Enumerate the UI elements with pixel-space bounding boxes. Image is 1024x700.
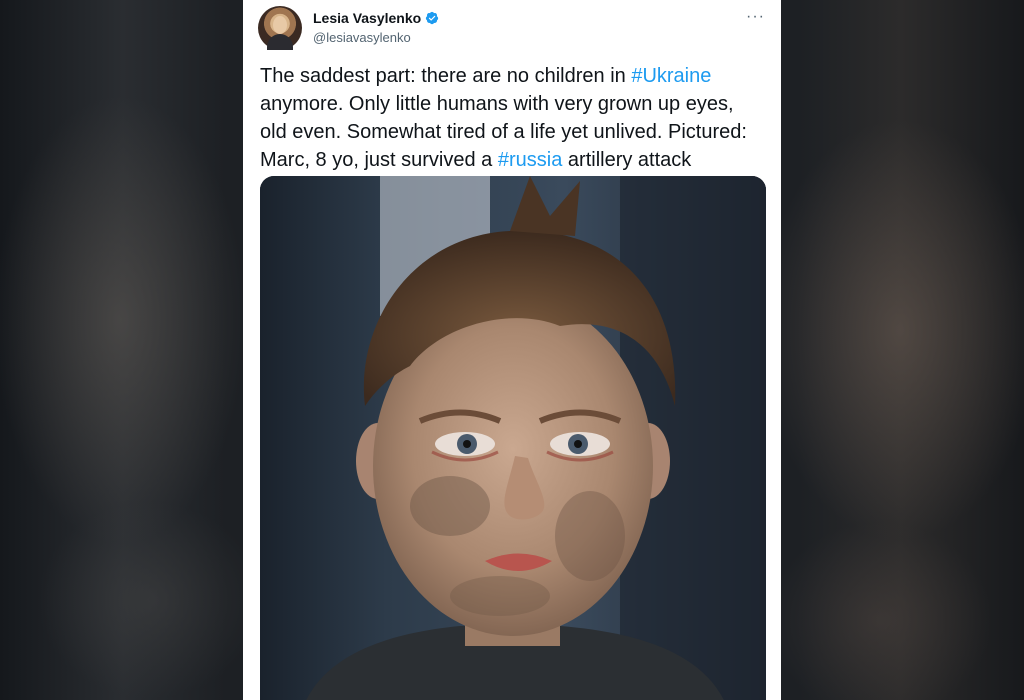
hashtag-russia[interactable]: #russia: [498, 149, 562, 171]
child-portrait-image: [260, 176, 766, 700]
tweet-photo[interactable]: [260, 176, 766, 700]
avatar-face: [273, 16, 287, 34]
tweet-text: The saddest part: there are no children …: [260, 62, 765, 174]
tweet-card: Lesia Vasylenko @lesiavasylenko ··· The …: [243, 0, 781, 700]
avatar-body: [267, 34, 293, 50]
tweet-text-part-1: The saddest part: there are no children …: [260, 65, 632, 87]
verified-badge-icon: [426, 11, 439, 25]
author-handle[interactable]: @lesiavasylenko: [313, 30, 411, 45]
tweet-text-part-3: artillery attack: [562, 149, 692, 171]
name-row: Lesia Vasylenko: [313, 10, 439, 26]
more-options-icon[interactable]: ···: [746, 8, 765, 26]
tweet-header: Lesia Vasylenko @lesiavasylenko ···: [258, 6, 769, 52]
hashtag-ukraine[interactable]: #Ukraine: [631, 65, 711, 87]
author-display-name[interactable]: Lesia Vasylenko: [313, 10, 421, 26]
avatar[interactable]: [258, 6, 302, 50]
